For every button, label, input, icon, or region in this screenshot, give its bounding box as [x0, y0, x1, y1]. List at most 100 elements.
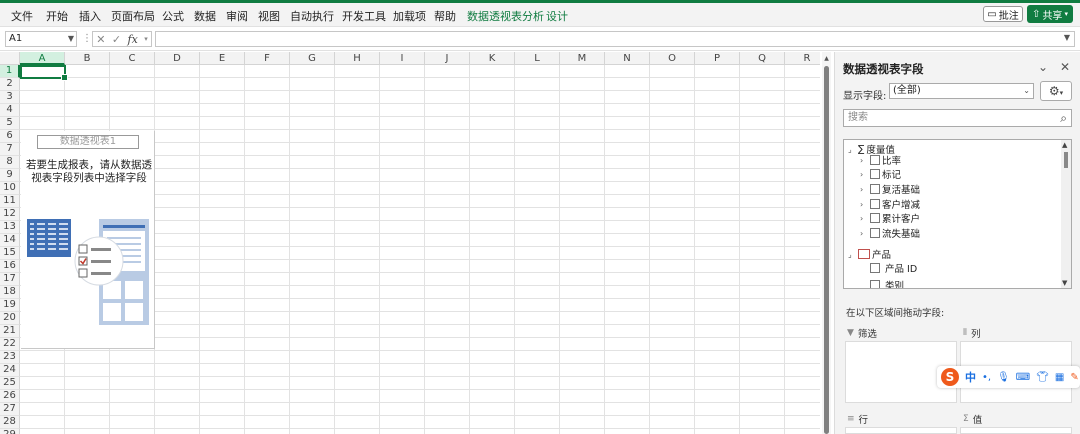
chevron-down-icon[interactable]: ⌄	[1038, 60, 1048, 74]
tab-design[interactable]: 设计	[546, 8, 568, 24]
expand-formula-bar-icon[interactable]: ▼	[1064, 33, 1070, 42]
row-header-8[interactable]: 8	[0, 156, 20, 169]
scroll-up-icon[interactable]: ▲	[1062, 141, 1067, 149]
field-checkbox[interactable]	[870, 184, 880, 194]
column-header-c[interactable]: C	[110, 52, 155, 65]
tab-data[interactable]: 数据	[194, 8, 216, 24]
row-header-28[interactable]: 28	[0, 416, 20, 429]
row-header-18[interactable]: 18	[0, 286, 20, 299]
vertical-scrollbar[interactable]: ▲	[822, 52, 831, 434]
brush-icon[interactable]: ✎	[1070, 372, 1078, 383]
keyboard-icon[interactable]: ⌨︎	[1016, 372, 1030, 383]
row-header-26[interactable]: 26	[0, 390, 20, 403]
share-button[interactable]: ⇧ 共享 ▾	[1027, 5, 1073, 23]
field-item[interactable]: › 客户增减	[860, 197, 920, 211]
field-item[interactable]: › 累计客户	[860, 211, 920, 225]
collapse-icon[interactable]: ⌟	[848, 250, 856, 259]
field-checkbox[interactable]	[870, 280, 880, 288]
row-header-22[interactable]: 22	[0, 338, 20, 351]
tab-home[interactable]: 开始	[46, 8, 68, 24]
row-header-12[interactable]: 12	[0, 208, 20, 221]
field-item[interactable]: 类别	[870, 278, 904, 288]
comments-button[interactable]: ▭ 批注	[983, 6, 1023, 22]
column-header-m[interactable]: M	[560, 52, 605, 65]
tab-add-ins[interactable]: 加载项	[393, 8, 426, 24]
row-header-27[interactable]: 27	[0, 403, 20, 416]
field-checkbox[interactable]	[870, 199, 880, 209]
row-header-2[interactable]: 2	[0, 78, 20, 91]
row-header-23[interactable]: 23	[0, 351, 20, 364]
expand-icon[interactable]: ›	[860, 200, 868, 209]
field-list-scrollbar[interactable]: ▲ ▼	[1061, 140, 1071, 288]
column-header-f[interactable]: F	[245, 52, 290, 65]
row-header-4[interactable]: 4	[0, 104, 20, 117]
name-box[interactable]: A1 ▼	[5, 31, 77, 47]
insert-function-button[interactable]: fx	[128, 33, 138, 46]
ime-toolbar[interactable]: S 中 •, 🎙︎ ⌨︎ 👕︎ ▦ ✎	[937, 366, 1080, 388]
row-header-11[interactable]: 11	[0, 195, 20, 208]
column-header-q[interactable]: Q	[740, 52, 785, 65]
column-header-o[interactable]: O	[650, 52, 695, 65]
cancel-icon[interactable]: ✕	[96, 33, 105, 46]
row-header-1[interactable]: 1	[0, 65, 20, 78]
sogou-logo-icon[interactable]: S	[941, 368, 959, 386]
row-header-10[interactable]: 10	[0, 182, 20, 195]
rows-drop-zone[interactable]	[845, 427, 957, 434]
field-item[interactable]: › 标记	[860, 167, 901, 181]
field-list[interactable]: ⌟ ∑ 度量值 › 比率 › 标记 › 复活基础 › 客户增减 › 累计客户 › 流失基础 …	[843, 139, 1072, 289]
tab-insert[interactable]: 插入	[79, 8, 101, 24]
column-header-n[interactable]: N	[605, 52, 650, 65]
row-header-6[interactable]: 6	[0, 130, 20, 143]
toolbox-grid-icon[interactable]: ▦	[1055, 372, 1064, 383]
field-item[interactable]: › 流失基础	[860, 226, 920, 240]
column-header-k[interactable]: K	[470, 52, 515, 65]
field-group-product[interactable]: ⌟ 产品	[848, 247, 891, 261]
expand-icon[interactable]: ›	[860, 185, 868, 194]
expand-icon[interactable]: ›	[860, 170, 868, 179]
row-header-7[interactable]: 7	[0, 143, 20, 156]
column-header-d[interactable]: D	[155, 52, 200, 65]
formula-input[interactable]: ▼	[155, 31, 1075, 47]
row-header-3[interactable]: 3	[0, 91, 20, 104]
skin-shirt-icon[interactable]: 👕︎	[1036, 372, 1049, 383]
column-header-e[interactable]: E	[200, 52, 245, 65]
row-header-17[interactable]: 17	[0, 273, 20, 286]
expand-icon[interactable]: ›	[860, 214, 868, 223]
row-header-13[interactable]: 13	[0, 221, 20, 234]
scroll-down-icon[interactable]: ▼	[1062, 279, 1067, 287]
field-checkbox[interactable]	[870, 169, 880, 179]
field-checkbox[interactable]	[870, 155, 880, 165]
expand-icon[interactable]: ›	[860, 156, 868, 165]
show-fields-select[interactable]: (全部) ⌄	[889, 83, 1034, 99]
chevron-down-icon[interactable]: ▼	[68, 32, 74, 46]
row-header-25[interactable]: 25	[0, 377, 20, 390]
field-search-input[interactable]: 搜索 ⌕	[843, 109, 1072, 127]
column-header-b[interactable]: B	[65, 52, 110, 65]
row-header-16[interactable]: 16	[0, 260, 20, 273]
select-all-corner[interactable]	[0, 52, 20, 65]
row-header-15[interactable]: 15	[0, 247, 20, 260]
tab-formulas[interactable]: 公式	[162, 8, 184, 24]
row-header-20[interactable]: 20	[0, 312, 20, 325]
field-checkbox[interactable]	[870, 228, 880, 238]
row-header-19[interactable]: 19	[0, 299, 20, 312]
tab-pivottable-analyze[interactable]: 数据透视表分析	[467, 8, 544, 24]
scrollbar-thumb[interactable]	[1064, 152, 1068, 168]
punctuation-toggle[interactable]: •,	[982, 372, 991, 383]
values-drop-zone[interactable]	[960, 427, 1072, 434]
field-item[interactable]: › 复活基础	[860, 182, 920, 196]
field-item[interactable]: 产品 ID	[870, 261, 917, 275]
tab-automate[interactable]: 自动执行	[290, 8, 334, 24]
column-header-a[interactable]: A	[20, 52, 65, 65]
column-header-r[interactable]: R	[785, 52, 820, 65]
field-settings-button[interactable]: ⚙▾	[1040, 81, 1072, 101]
tab-developer[interactable]: 开发工具	[342, 8, 386, 24]
enter-check-icon[interactable]: ✓	[112, 33, 121, 46]
field-checkbox[interactable]	[870, 213, 880, 223]
column-header-p[interactable]: P	[695, 52, 740, 65]
column-header-j[interactable]: J	[425, 52, 470, 65]
row-header-14[interactable]: 14	[0, 234, 20, 247]
row-header-5[interactable]: 5	[0, 117, 20, 130]
close-icon[interactable]: ✕	[1060, 60, 1070, 74]
scroll-up-icon[interactable]: ▲	[822, 55, 831, 62]
